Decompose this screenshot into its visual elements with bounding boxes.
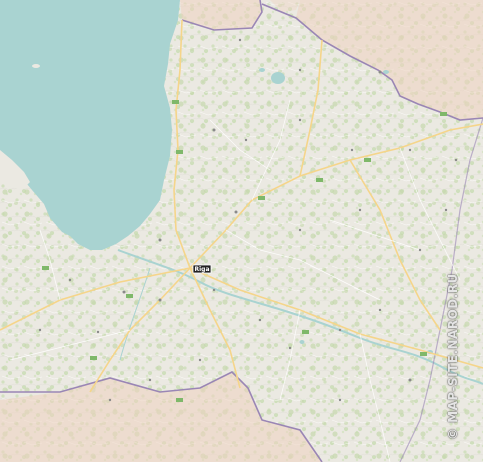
capital-label: Rīga [194, 266, 209, 273]
map-canvas: Rīga [0, 0, 483, 462]
map-view[interactable]: Rīga © MAP-SITE.NAROD.RU [0, 0, 483, 462]
watermark: © MAP-SITE.NAROD.RU [446, 273, 460, 440]
lake [271, 72, 285, 84]
island [32, 64, 40, 68]
capital-marker[interactable]: Rīga [192, 264, 212, 274]
